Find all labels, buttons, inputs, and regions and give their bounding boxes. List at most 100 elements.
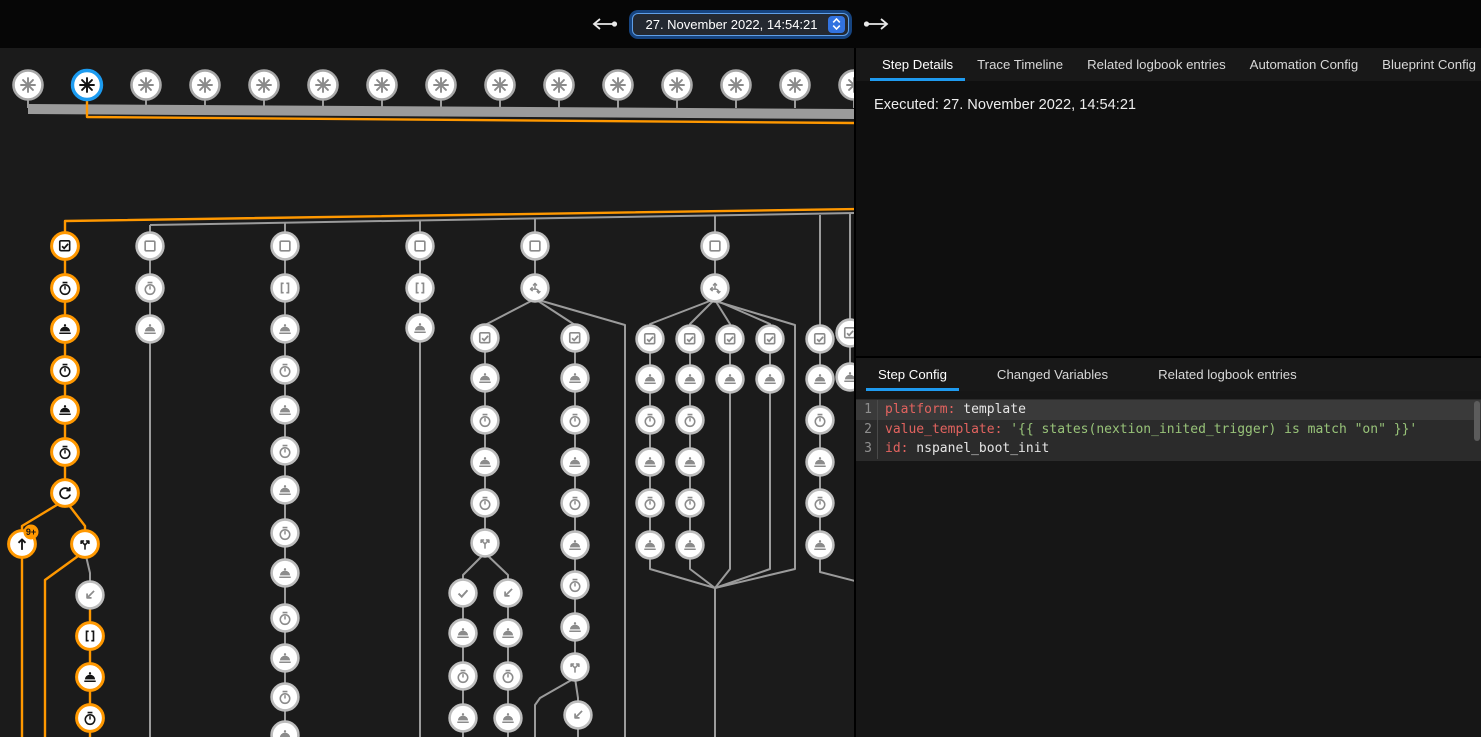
graph-node-service[interactable] <box>807 366 834 393</box>
tab-step-details[interactable]: Step Details <box>870 48 965 81</box>
graph-node-cbMarked[interactable] <box>677 326 704 353</box>
graph-node-service[interactable] <box>637 449 664 476</box>
graph-node-timer[interactable] <box>807 490 834 517</box>
graph-node-service[interactable] <box>677 366 704 393</box>
graph-node-service[interactable] <box>717 366 744 393</box>
graph-node-service[interactable] <box>472 449 499 476</box>
graph-node-asterisk[interactable] <box>309 71 338 100</box>
graph-node-service[interactable] <box>677 532 704 559</box>
yaml-editor[interactable]: 1platform: template2value_template: '{{ … <box>856 399 1481 461</box>
graph-node-timer[interactable] <box>495 663 522 690</box>
graph-node-timer[interactable] <box>637 490 664 517</box>
graph-node-downLeft[interactable] <box>495 580 522 607</box>
graph-node-service[interactable] <box>807 532 834 559</box>
tab-config-related-logbook-entries[interactable]: Related logbook entries <box>1146 358 1309 391</box>
graph-node-service[interactable] <box>52 397 79 424</box>
graph-node-service[interactable] <box>637 532 664 559</box>
graph-node-service[interactable] <box>495 620 522 647</box>
graph-node-timer[interactable] <box>450 663 477 690</box>
graph-node-asterisk[interactable] <box>73 71 102 100</box>
graph-node-cbBlank[interactable] <box>407 233 434 260</box>
graph-node-cbMarked[interactable] <box>807 326 834 353</box>
graph-node-timer[interactable] <box>562 572 589 599</box>
graph-node-service[interactable] <box>637 366 664 393</box>
graph-node-service[interactable] <box>77 664 104 691</box>
graph-node-asterisk[interactable] <box>781 71 810 100</box>
graph-node-cbMarked[interactable] <box>562 325 589 352</box>
graph-node-asterisk[interactable] <box>14 71 43 100</box>
graph-node-timer[interactable] <box>272 605 299 632</box>
graph-node-service[interactable] <box>272 316 299 343</box>
trace-graph-svg[interactable]: 9+ <box>0 48 856 737</box>
graph-node-service[interactable] <box>450 620 477 647</box>
graph-node-timer[interactable] <box>52 275 79 302</box>
editor-scrollbar-thumb[interactable] <box>1474 401 1480 441</box>
graph-node-service[interactable] <box>472 365 499 392</box>
trace-timestamp-select[interactable]: 27. November 2022, 14:54:21 <box>632 13 848 36</box>
graph-node-brackets[interactable] <box>77 623 104 650</box>
code-line[interactable]: 3id: nspanel_boot_init <box>856 439 1481 459</box>
tab-automation-config[interactable]: Automation Config <box>1238 48 1371 81</box>
graph-node-cbMarked[interactable] <box>637 326 664 353</box>
tab-related-logbook-entries[interactable]: Related logbook entries <box>1075 48 1238 81</box>
tab-blueprint-config[interactable]: Blueprint Config <box>1370 48 1481 81</box>
graph-node-asterisk[interactable] <box>250 71 279 100</box>
graph-node-service[interactable] <box>807 449 834 476</box>
graph-node-timer[interactable] <box>52 439 79 466</box>
graph-node-cbMarked[interactable] <box>717 326 744 353</box>
graph-node-timer[interactable] <box>677 407 704 434</box>
graph-node-service[interactable] <box>495 705 522 732</box>
graph-node-asterisk[interactable] <box>427 71 456 100</box>
graph-node-cbBlank[interactable] <box>522 233 549 260</box>
graph-node-service[interactable] <box>757 366 784 393</box>
graph-node-asterisk[interactable] <box>604 71 633 100</box>
graph-node-cbMarked[interactable] <box>837 320 856 347</box>
graph-node-cbBlank[interactable] <box>137 233 164 260</box>
graph-node-timer[interactable] <box>472 407 499 434</box>
select-stepper-icon[interactable] <box>828 16 845 33</box>
code-line[interactable]: 2value_template: '{{ states(nextion_init… <box>856 420 1481 440</box>
graph-node-timer[interactable] <box>272 684 299 711</box>
graph-node-brackets[interactable] <box>407 275 434 302</box>
graph-node-timer[interactable] <box>472 490 499 517</box>
graph-node-service[interactable] <box>677 449 704 476</box>
graph-node-asterisk[interactable] <box>368 71 397 100</box>
graph-node-service[interactable] <box>272 397 299 424</box>
graph-node-service[interactable] <box>272 560 299 587</box>
graph-node-asterisk[interactable] <box>722 71 751 100</box>
graph-node-service[interactable] <box>272 645 299 672</box>
graph-node-timer[interactable] <box>562 490 589 517</box>
graph-node-split[interactable] <box>562 654 589 681</box>
next-trace-button[interactable] <box>863 17 889 31</box>
trace-graph[interactable]: 9+ <box>0 48 856 737</box>
graph-node-asterisk[interactable] <box>545 71 574 100</box>
graph-node-cbMarked[interactable] <box>52 233 79 260</box>
graph-node-service[interactable] <box>407 315 434 342</box>
graph-node-service[interactable] <box>450 705 477 732</box>
graph-node-split[interactable] <box>72 531 99 558</box>
graph-node-cbMarked[interactable] <box>472 325 499 352</box>
graph-node-cbMarked[interactable] <box>757 326 784 353</box>
graph-node-cbBlank[interactable] <box>272 233 299 260</box>
graph-node-timer[interactable] <box>807 407 834 434</box>
graph-node-timer[interactable] <box>52 357 79 384</box>
graph-node-service[interactable] <box>272 477 299 504</box>
graph-node-service[interactable] <box>562 614 589 641</box>
graph-node-service[interactable] <box>562 532 589 559</box>
graph-node-cbBlank[interactable] <box>702 233 729 260</box>
graph-node-split[interactable] <box>472 530 499 557</box>
graph-node-brackets[interactable] <box>272 275 299 302</box>
graph-node-asterisk[interactable] <box>663 71 692 100</box>
tab-trace-timeline[interactable]: Trace Timeline <box>965 48 1075 81</box>
graph-node-timer[interactable] <box>272 357 299 384</box>
graph-node-asterisk[interactable] <box>191 71 220 100</box>
graph-node-timer[interactable] <box>272 520 299 547</box>
graph-node-timer[interactable] <box>77 705 104 732</box>
graph-node-timer[interactable] <box>677 490 704 517</box>
graph-node-refresh[interactable] <box>52 480 79 507</box>
graph-node-downLeft[interactable] <box>77 582 104 609</box>
graph-node-downLeft[interactable] <box>565 702 592 729</box>
graph-node-decision[interactable] <box>522 275 549 302</box>
graph-node-asterisk[interactable] <box>486 71 515 100</box>
code-line[interactable]: 1platform: template <box>856 400 1481 420</box>
